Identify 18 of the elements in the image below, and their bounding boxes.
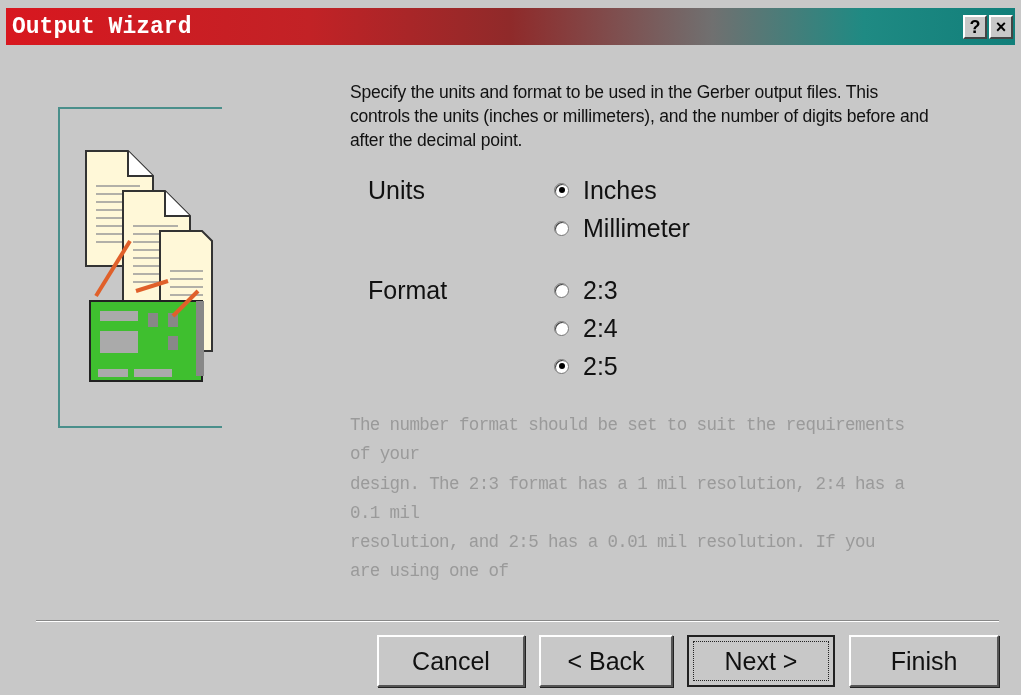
group-label: Format	[367, 274, 449, 306]
option-label[interactable]: 2:4	[583, 313, 618, 343]
option-label[interactable]: 2:5	[583, 351, 618, 381]
option-label[interactable]: Inches	[583, 175, 657, 205]
group-label: Units	[367, 174, 426, 206]
wizard-button[interactable]: Next >	[687, 635, 835, 687]
help-button[interactable]: ?	[963, 14, 987, 39]
wizard-button[interactable]: Finish	[849, 635, 999, 687]
option-label[interactable]: 2:3	[583, 275, 618, 305]
radio-button[interactable]	[554, 282, 569, 298]
radio-button-selected[interactable]	[554, 182, 569, 198]
wizard-button[interactable]: < Back	[539, 635, 673, 687]
radio-button-selected[interactable]	[554, 358, 569, 374]
window-title: Output Wizard	[11, 13, 192, 40]
instruction-text: Specify the units and format to be used in the Gerber output files. This controls the units (inches or millimeters), and the number of digits before and after the decimal point.	[350, 81, 930, 152]
option-label[interactable]: Millimeter	[583, 213, 690, 243]
close-button[interactable]: ×	[989, 14, 1013, 39]
wizard-button[interactable]: Cancel	[377, 635, 525, 687]
